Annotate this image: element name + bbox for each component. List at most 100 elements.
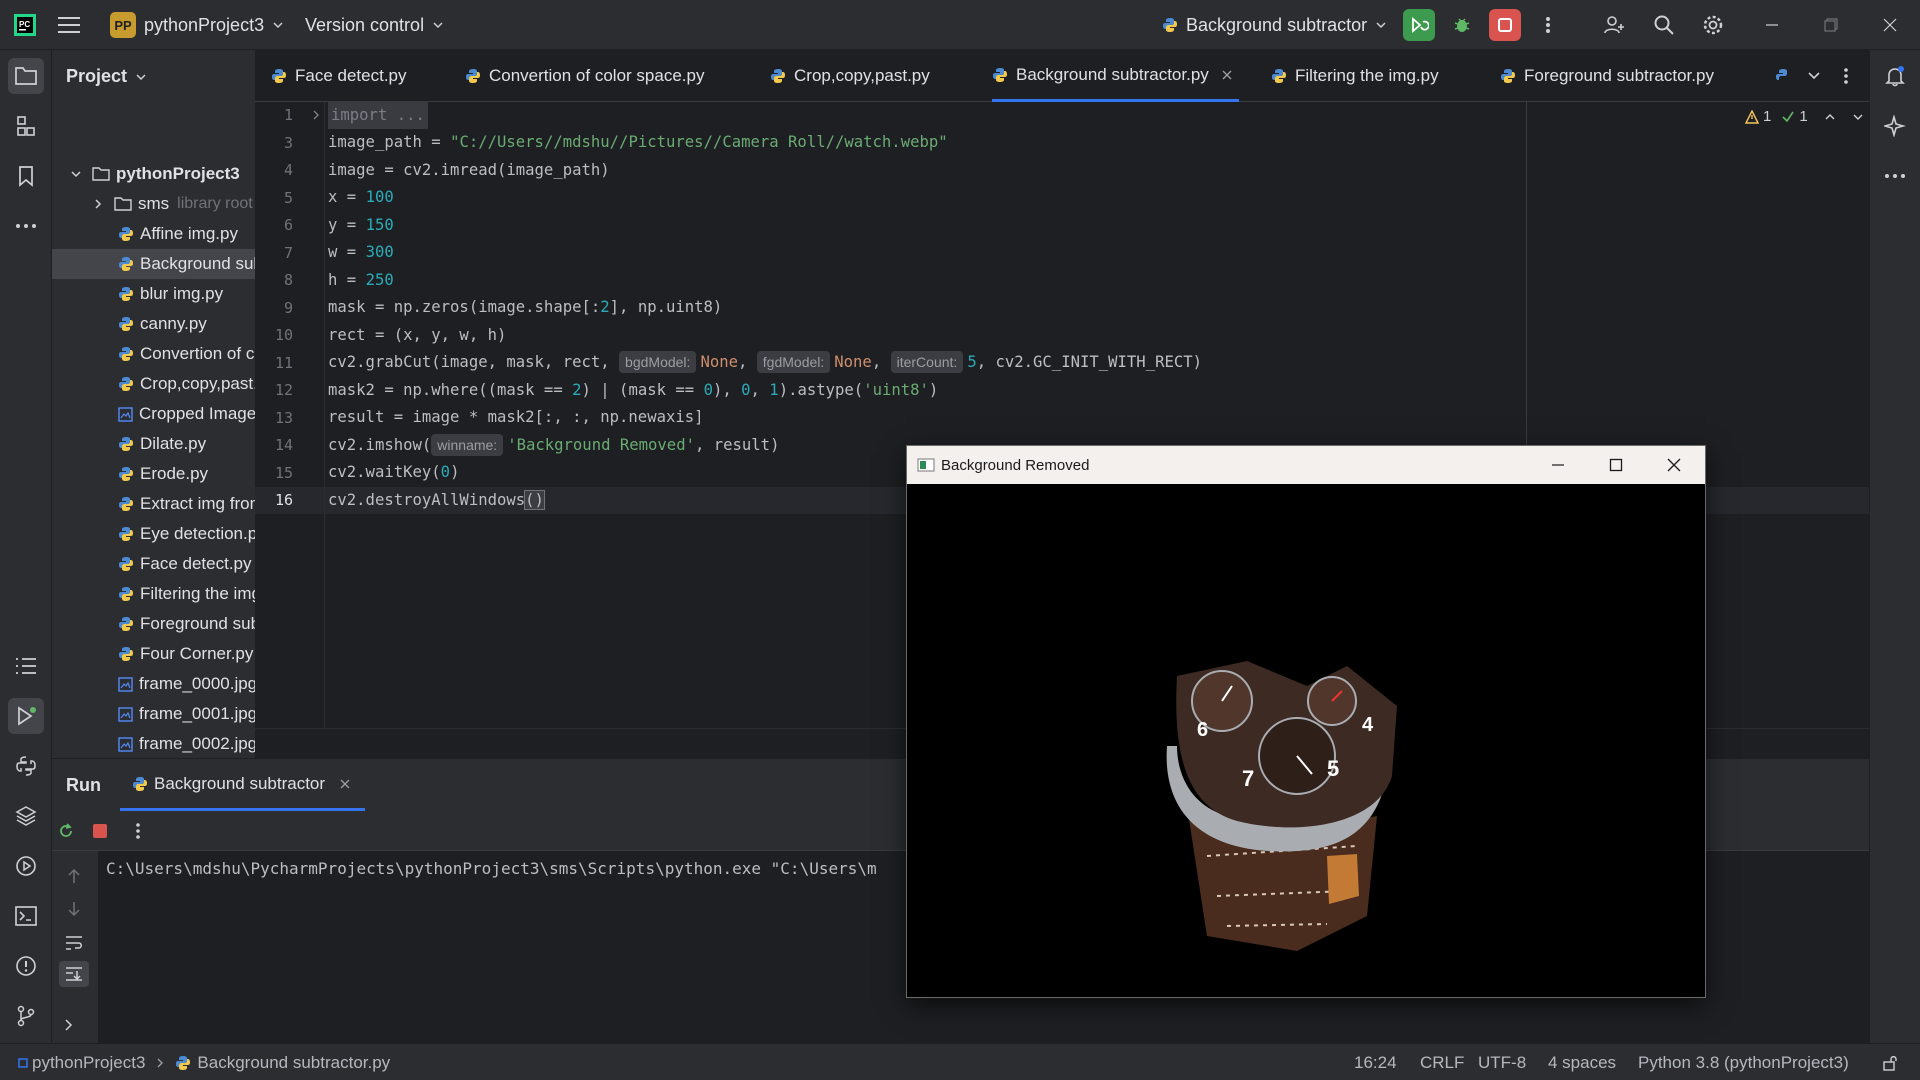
scroll-to-end-button[interactable] <box>59 961 89 987</box>
services-tool-button[interactable] <box>8 848 44 884</box>
git-tool-button[interactable] <box>8 998 44 1034</box>
fold-chevron-icon[interactable] <box>311 109 321 121</box>
tree-file[interactable]: Face detect.py <box>52 549 255 579</box>
line-separator[interactable]: CRLF <box>1420 1044 1464 1080</box>
code-line-12: mask2 = np.where((mask == 2) | (mask == … <box>328 381 939 399</box>
tree-file[interactable]: blur img.py <box>52 279 255 309</box>
editor-tab[interactable]: Filtering the img.py <box>1271 50 1439 102</box>
python-file-icon <box>771 69 785 83</box>
tree-file[interactable]: Cropped Image.jpg <box>52 399 255 429</box>
breadcrumb-file[interactable]: Background subtractor.py <box>197 1053 390 1073</box>
code-line-14: cv2.imshow(winname: 'Background Removed',… <box>328 434 780 456</box>
tree-file[interactable]: Eye detection.py <box>52 519 255 549</box>
python-file-icon <box>119 617 133 631</box>
tree-file[interactable]: Crop,copy,past.py <box>52 369 255 399</box>
python-packages-button[interactable] <box>8 748 44 784</box>
chevron-down-icon[interactable] <box>1852 111 1864 123</box>
tree-file[interactable]: Four Corner.py <box>52 639 255 669</box>
soft-wrap-icon[interactable] <box>65 935 83 951</box>
tree-file[interactable]: frame_0000.jpg <box>52 669 255 699</box>
python-interpreter[interactable]: Python 3.8 (pythonProject3) <box>1638 1044 1849 1080</box>
chevron-right-icon[interactable] <box>64 1018 74 1032</box>
more-tools-button[interactable] <box>8 208 44 244</box>
chevron-up-icon[interactable] <box>1824 111 1836 123</box>
problems-tool-button[interactable] <box>8 948 44 984</box>
breadcrumb-project[interactable]: pythonProject3 <box>32 1053 145 1073</box>
close-icon[interactable] <box>339 778 351 790</box>
opencv-window[interactable]: Background Removed 6 4 7 5 <box>906 445 1706 998</box>
ai-assistant-button[interactable] <box>1877 108 1913 144</box>
run-tool-button[interactable] <box>8 698 44 734</box>
more-right-tools-button[interactable] <box>1877 158 1913 194</box>
code-with-me-button[interactable] <box>1598 9 1630 41</box>
editor-tab[interactable]: Background subtractor.py <box>992 50 1239 102</box>
rerun-icon[interactable] <box>57 822 75 840</box>
project-switcher[interactable]: PP pythonProject3 <box>110 0 284 50</box>
tree-item-label: Filtering the img.py <box>140 584 255 603</box>
arrow-down-icon[interactable] <box>67 901 81 917</box>
indent-setting[interactable]: 4 spaces <box>1548 1044 1616 1080</box>
tree-folder[interactable]: sms library root <box>52 189 255 219</box>
tree-file[interactable]: Convertion of color space.py <box>52 339 255 369</box>
stop-icon[interactable] <box>91 822 109 840</box>
tree-file[interactable]: frame_0002.jpg <box>52 729 255 758</box>
restore-button[interactable] <box>1815 9 1847 41</box>
tree-root[interactable]: pythonProject3 <box>52 159 255 189</box>
project-panel-header[interactable]: Project <box>66 66 147 87</box>
run-config-label: Background subtractor <box>1186 14 1368 35</box>
todo-tool-button[interactable] <box>8 648 44 684</box>
run-config-selector[interactable]: Background subtractor <box>1162 0 1387 50</box>
structure-tool-button[interactable] <box>8 108 44 144</box>
cv-close-button[interactable] <box>1645 446 1703 484</box>
python-file-icon <box>119 227 133 241</box>
tree-file[interactable]: canny.py <box>52 309 255 339</box>
rerun-button[interactable] <box>1403 9 1435 41</box>
tree-item-label: Background subtractor.py <box>140 254 255 273</box>
notifications-button[interactable] <box>1877 58 1913 94</box>
tree-file[interactable]: Affine img.py <box>52 219 255 249</box>
main-menu-button[interactable] <box>58 0 80 50</box>
settings-button[interactable] <box>1697 9 1729 41</box>
tree-file[interactable]: frame_0001.jpg <box>52 699 255 729</box>
minimize-button[interactable] <box>1756 9 1788 41</box>
editor-tab[interactable]: Convertion of color space.py <box>465 50 704 102</box>
search-button[interactable] <box>1648 9 1680 41</box>
version-control-menu[interactable]: Version control <box>305 0 444 50</box>
tree-file[interactable]: Foreground subtractor.py <box>52 609 255 639</box>
editor-tab[interactable]: Face detect.py <box>271 50 407 102</box>
run-tab[interactable]: Background subtractor <box>120 759 366 811</box>
terminal-tool-button[interactable] <box>8 898 44 934</box>
close-icon[interactable] <box>1221 69 1233 81</box>
editor-tab[interactable]: Crop,copy,past.py <box>770 50 930 102</box>
bell-icon <box>1885 66 1905 87</box>
bookmarks-tool-button[interactable] <box>8 158 44 194</box>
folder-icon <box>92 167 110 181</box>
cv-maximize-button[interactable] <box>1587 446 1645 484</box>
inspection-widget[interactable]: 1 1 <box>1745 108 1864 125</box>
tree-file[interactable]: Extract img from video.py <box>52 489 255 519</box>
debug-button[interactable] <box>1446 9 1478 41</box>
tree-item-label: frame_0001.jpg <box>139 704 255 723</box>
more-tabs-icon[interactable] <box>1775 50 1799 102</box>
close-window-button[interactable] <box>1874 9 1906 41</box>
editor-tab[interactable]: Foreground subtractor.py <box>1500 50 1714 102</box>
file-encoding[interactable]: UTF-8 <box>1478 1044 1526 1080</box>
layers-tool-button[interactable] <box>8 798 44 834</box>
cv-minimize-button[interactable] <box>1529 446 1587 484</box>
tab-options-button[interactable] <box>1843 50 1849 102</box>
tree-file[interactable]: Filtering the img.py <box>52 579 255 609</box>
more-actions-button[interactable] <box>1532 9 1564 41</box>
image-file-icon <box>118 406 133 422</box>
tree-file[interactable]: Dilate.py <box>52 429 255 459</box>
lock-icon[interactable] <box>1882 1044 1898 1080</box>
gear-icon <box>1703 15 1723 35</box>
tree-file[interactable]: Background subtractor.py <box>52 249 255 279</box>
stop-button[interactable] <box>1489 9 1521 41</box>
tree-file[interactable]: Erode.py <box>52 459 255 489</box>
more-vertical-icon[interactable] <box>135 822 141 840</box>
project-tool-button[interactable] <box>8 58 44 94</box>
opencv-window-titlebar[interactable]: Background Removed <box>907 446 1705 484</box>
tab-list-button[interactable] <box>1807 50 1821 102</box>
cursor-position[interactable]: 16:24 <box>1354 1044 1397 1080</box>
arrow-up-icon[interactable] <box>67 868 81 884</box>
